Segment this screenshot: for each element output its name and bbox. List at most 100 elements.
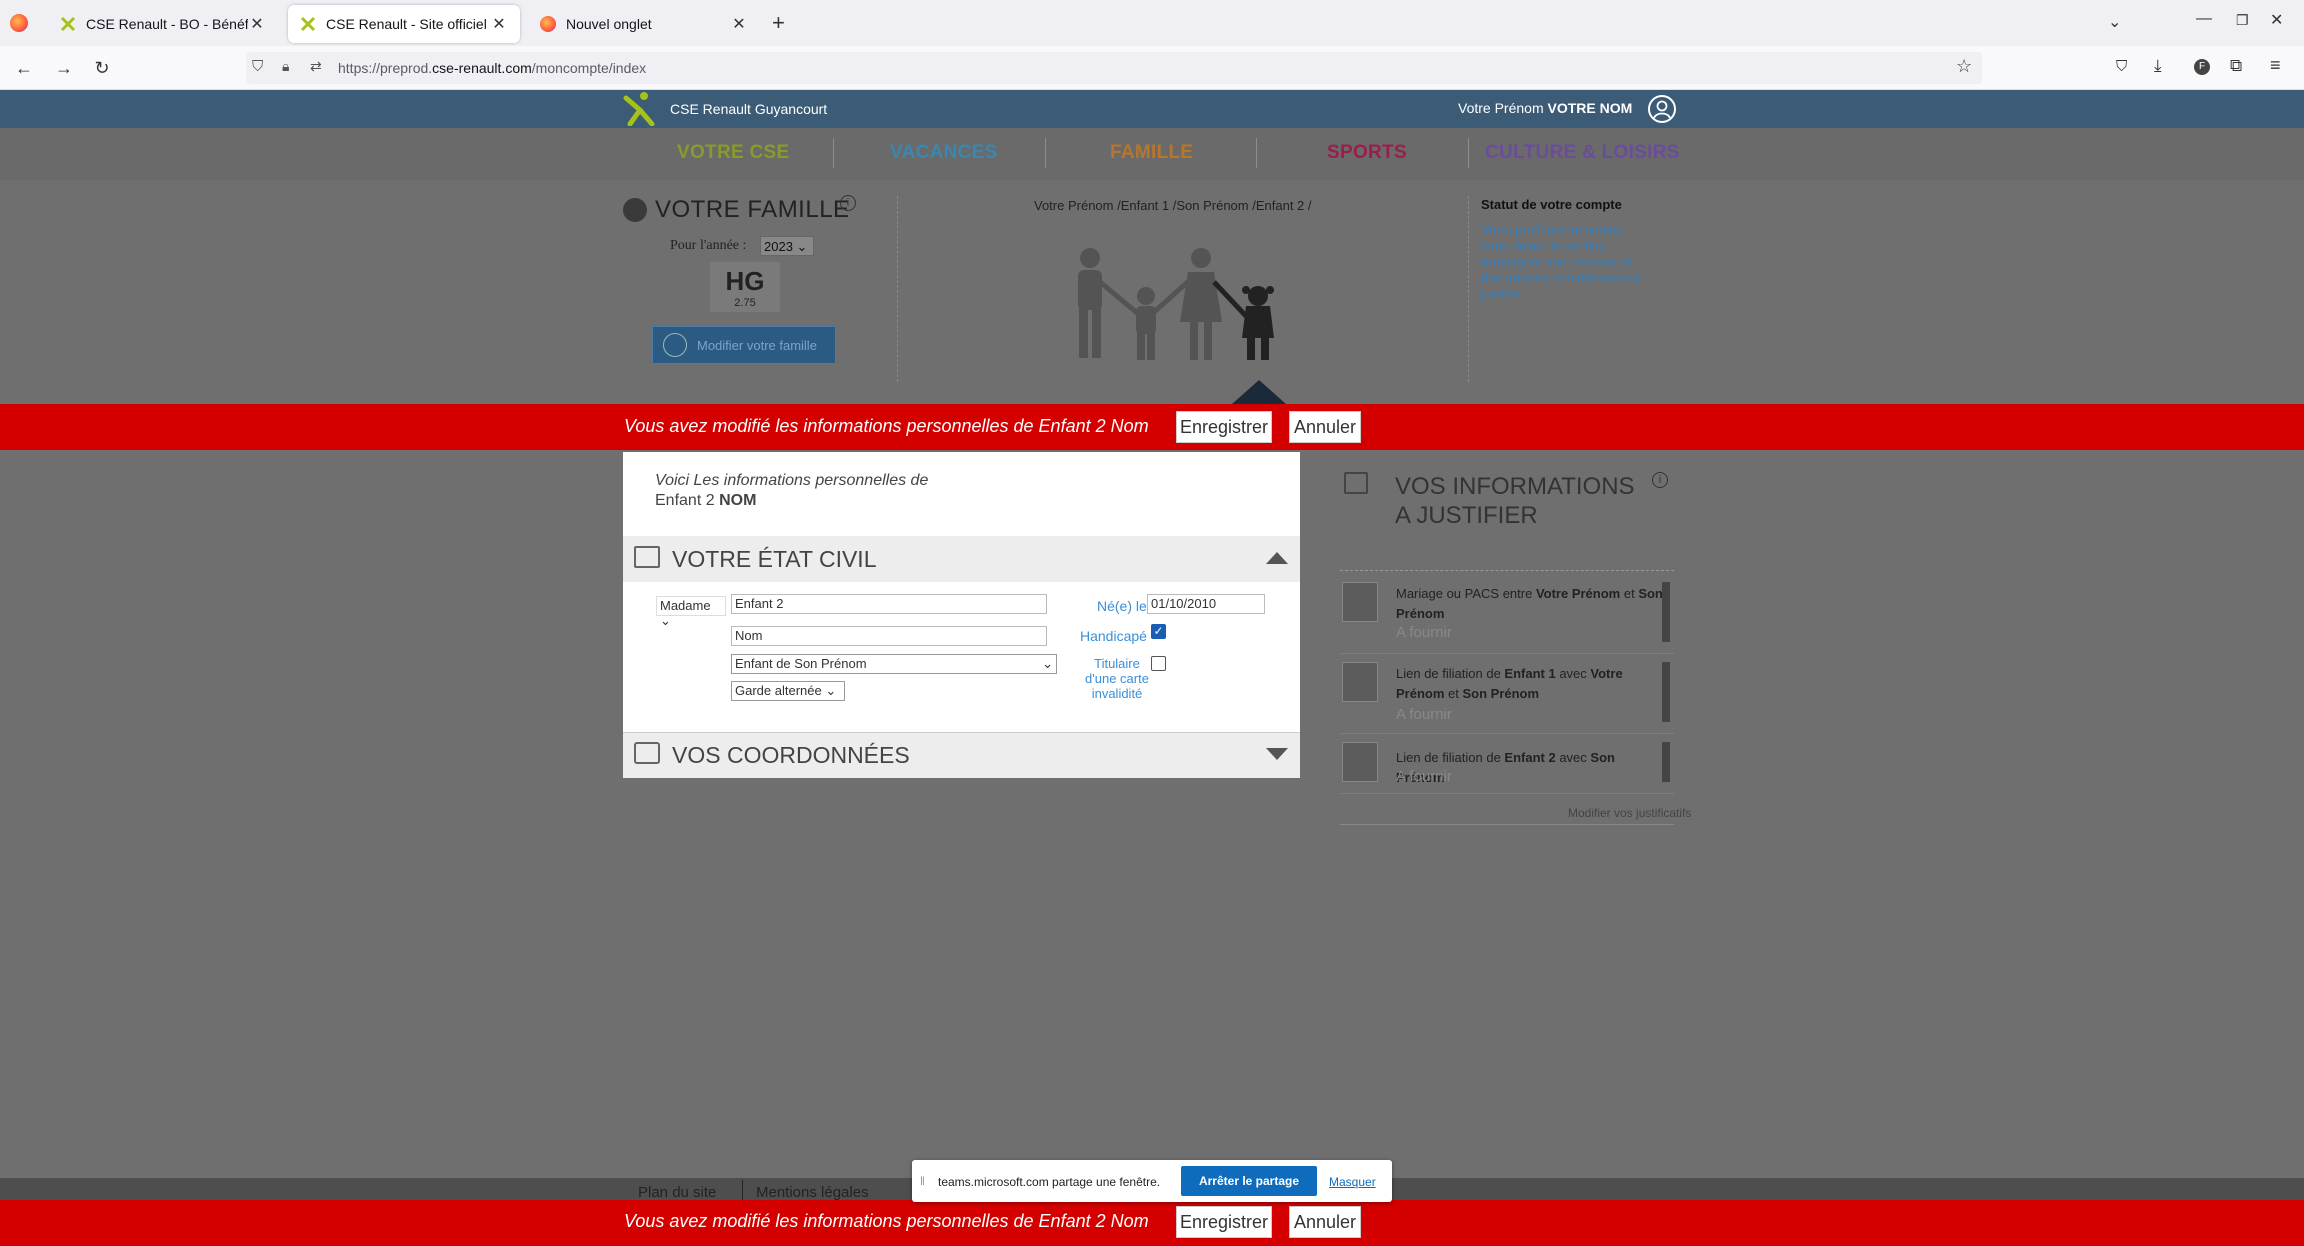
justify-title-line1: VOS INFORMATIONS [1395, 473, 1635, 500]
firstname-input[interactable]: Enfant 2 [731, 594, 1047, 614]
document-icon [1342, 582, 1378, 622]
reload-icon[interactable]: ↻ [90, 56, 114, 80]
divider [897, 196, 898, 382]
lastname-input[interactable]: Nom [731, 626, 1047, 646]
footer-link-sitemap[interactable]: Plan du site [638, 1184, 716, 1201]
justify-item-status: A fournir [1396, 706, 1452, 723]
relation-value: Enfant de Son Prénom [735, 656, 867, 671]
justify-item[interactable]: Lien de filiation de Enfant 1 avec Votre… [1340, 658, 1674, 734]
hide-share-bar-link[interactable]: Masquer [1329, 1175, 1376, 1189]
firefox-icon [540, 16, 556, 32]
cse-logo[interactable] [622, 90, 656, 127]
firefox-menu-icon[interactable] [10, 14, 28, 32]
menu-culture-loisirs[interactable]: CULTURE & LOISIRS [1485, 142, 1680, 164]
text-part: Votre Prénom [1535, 586, 1621, 601]
menu-separator [1256, 138, 1257, 168]
custody-select[interactable]: Garde alternée ⌄ [731, 681, 845, 701]
year-select[interactable]: 2023 ⌄ [760, 236, 814, 256]
card-label-line3: invalidité [1091, 686, 1143, 701]
divider [1468, 196, 1469, 382]
text-part: Lien de filiation de [1396, 666, 1505, 681]
menu-vacances[interactable]: VACANCES [890, 142, 998, 164]
custody-value: Garde alternée [735, 683, 822, 698]
url-domain: cse-renault.com [432, 60, 532, 76]
drag-handle-icon[interactable]: ‖ [920, 1174, 925, 1188]
born-label: Né(e) le [1097, 598, 1147, 614]
forward-icon[interactable]: → [52, 56, 76, 80]
family-breadcrumb: Votre Prénom /Enfant 1 /Son Prénom /Enfa… [1034, 198, 1312, 213]
account-status-text[interactable]: Votre profil est incomplet, vous devez l… [1481, 222, 1653, 302]
handicap-checkbox[interactable]: ✓ [1151, 624, 1166, 639]
family-illustration [1066, 246, 1286, 362]
status-marker [1662, 582, 1670, 642]
bookmark-star-icon[interactable]: ☆ [1956, 56, 1972, 77]
document-icon [1342, 742, 1378, 782]
edit-family-button[interactable]: Modifier votre famille [652, 326, 836, 364]
birthdate-input[interactable]: 01/10/2010 [1147, 594, 1265, 614]
extensions-icon[interactable]: ⧉ [2230, 56, 2242, 76]
expand-arrow-icon[interactable] [1266, 748, 1288, 760]
edit-family-label: Modifier votre famille [697, 337, 817, 353]
cancel-button-bottom[interactable]: Annuler [1289, 1206, 1361, 1238]
new-tab-icon[interactable]: + [772, 10, 785, 36]
site-name[interactable]: CSE Renault Guyancourt [670, 101, 827, 117]
id-card-icon [634, 546, 660, 568]
tab-title: Nouvel onglet [566, 16, 652, 32]
close-tab-icon[interactable]: ✕ [490, 14, 508, 34]
user-avatar-icon[interactable] [1648, 95, 1676, 123]
list-tabs-icon[interactable]: ⌄ [2108, 12, 2121, 32]
close-window-icon[interactable]: ✕ [2270, 10, 2283, 30]
info-icon[interactable]: i [840, 195, 856, 211]
panel-intro: Voici Les informations personnelles de [655, 472, 929, 489]
tab-bo-beneficiaires[interactable]: CSE Renault - BO - Bénéficiaires ✕ [48, 5, 278, 43]
account-icon[interactable]: F [2194, 59, 2210, 75]
app-menu-icon[interactable]: ≡ [2270, 55, 2281, 76]
downloads-icon[interactable]: ⤓ [2154, 56, 2162, 76]
pocket-icon[interactable]: ⛉ [2116, 58, 2127, 75]
user-name[interactable]: Votre Prénom VOTRE NOM [1458, 100, 1632, 116]
permissions-icon[interactable]: ⇄ [310, 58, 322, 75]
menu-sports[interactable]: SPORTS [1327, 142, 1407, 164]
lock-icon[interactable]: 🔒︎ [282, 58, 289, 75]
panel-person-name: Enfant 2 NOM [655, 492, 756, 510]
restore-icon[interactable]: ❐ [2236, 12, 2249, 29]
close-tab-icon[interactable]: ✕ [248, 14, 266, 34]
justify-item[interactable]: Mariage ou PACS entre Votre Prénom et So… [1340, 578, 1674, 654]
close-tab-icon[interactable]: ✕ [730, 14, 748, 34]
footer-link-legal[interactable]: Mentions légales [756, 1184, 869, 1201]
status-marker [1662, 742, 1670, 782]
justify-item-status: A fournir [1396, 768, 1452, 785]
collapse-arrow-icon[interactable] [1266, 552, 1288, 564]
family-title: VOTRE FAMILLE [655, 196, 850, 223]
civility-select[interactable]: Madame ⌄ [656, 596, 726, 628]
menu-famille[interactable]: FAMILLE [1110, 142, 1193, 164]
stop-sharing-button[interactable]: Arrêter le partage [1181, 1166, 1317, 1196]
invalidity-card-label: Titulaire d'une carte invalidité [1077, 656, 1157, 701]
menu-separator [1468, 138, 1469, 168]
coordonnees-title: VOS COORDONNÉES [672, 742, 910, 768]
tab-site-officiel[interactable]: CSE Renault - Site officiel du Co ✕ [288, 5, 520, 43]
quotient-value: 2.75 [734, 297, 756, 309]
justify-item-text: Lien de filiation de Enfant 1 avec Votre… [1396, 664, 1666, 704]
back-icon[interactable]: ← [12, 56, 36, 80]
civility-value: Madame [660, 598, 711, 613]
tab-nouvel-onglet[interactable]: Nouvel onglet ✕ [528, 5, 760, 43]
info-icon[interactable]: i [1652, 472, 1668, 488]
text-part: Mariage ou PACS entre [1396, 586, 1536, 601]
text-part: avec [1555, 750, 1591, 765]
justify-item-text: Mariage ou PACS entre Votre Prénom et So… [1396, 584, 1666, 624]
edit-justify-link[interactable]: Modifier vos justificatifs [1568, 806, 1691, 820]
save-button-bottom[interactable]: Enregistrer [1176, 1206, 1272, 1238]
text-part: et [1620, 586, 1639, 601]
shield-icon[interactable]: ⛉ [252, 58, 263, 75]
relation-select[interactable]: Enfant de Son Prénom ⌄ [731, 654, 1057, 674]
save-button[interactable]: Enregistrer [1176, 411, 1272, 443]
menu-votre-cse[interactable]: VOTRE CSE [677, 142, 790, 164]
minimize-icon[interactable]: — [2196, 10, 2212, 28]
cancel-button[interactable]: Annuler [1289, 411, 1361, 443]
justify-item[interactable]: Lien de filiation de Enfant 2 avec Son P… [1340, 738, 1674, 794]
invalidity-card-checkbox[interactable] [1151, 656, 1166, 671]
justify-item-status: A fournir [1396, 624, 1452, 641]
footer-separator [742, 1180, 743, 1200]
user-first-name: Votre Prénom [1458, 100, 1544, 116]
